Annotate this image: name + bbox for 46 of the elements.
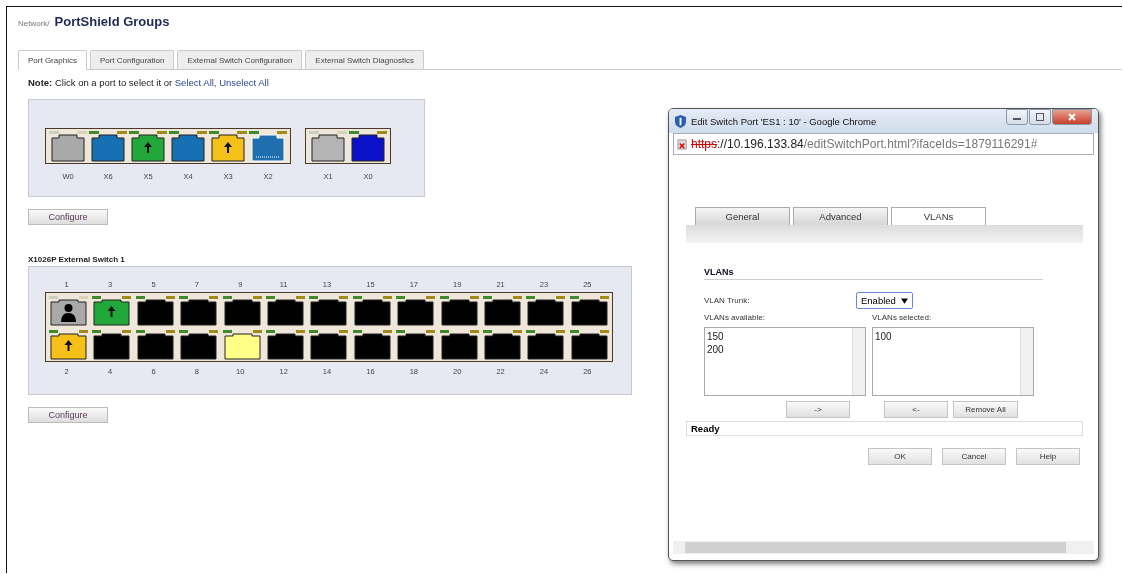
tab[interactable]: External Switch Configuration <box>177 50 303 69</box>
minimize-button[interactable] <box>1006 109 1028 125</box>
close-button[interactable] <box>1052 109 1092 125</box>
vlan-trunk-dropdown[interactable]: Enabled <box>856 292 913 309</box>
address-bar[interactable]: https://10.196.133.84/editSwitchPort.html?ifaceIds=1879116291# <box>673 133 1094 155</box>
unselect-all-link[interactable]: Unselect All <box>219 77 269 88</box>
url-text: https://10.196.133.84/editSwitchPort.html?ifaceIds=1879116291# <box>691 137 1038 151</box>
vlan-list[interactable]: 150 200 <box>704 327 866 396</box>
field-label: VLANs available: <box>704 313 766 322</box>
tab[interactable]: External Switch Diagnostics <box>305 50 425 69</box>
field-label: VLANs selected: <box>872 313 933 322</box>
close-icon <box>1067 112 1077 122</box>
breadcrumb-link[interactable]: Network/ <box>18 19 50 28</box>
section-heading: VLANs <box>704 267 1043 280</box>
add-button[interactable]: -> <box>786 401 850 418</box>
note-text: Note: Click on a port to select it or Select All, Unselect All <box>28 77 270 88</box>
remove-all-button[interactable]: Remove All <box>953 401 1018 418</box>
list-item[interactable]: 100 <box>875 330 1018 343</box>
caret-icon <box>900 297 908 304</box>
broken-lock-icon <box>677 138 688 150</box>
configure-button[interactable]: Configure <box>28 407 108 423</box>
remove-button[interactable]: <- <box>884 401 948 418</box>
list-item[interactable]: 150 <box>707 330 850 343</box>
horizontal-scrollbar[interactable] <box>673 541 1094 554</box>
status-bar: Ready <box>686 421 1083 436</box>
select-all-link[interactable]: Select All <box>174 77 214 88</box>
field-label: VLAN Trunk: <box>704 296 751 305</box>
tab[interactable]: Port Graphics <box>18 50 87 70</box>
vertical-scrollbar[interactable] <box>852 328 865 395</box>
list-item[interactable]: 200 <box>707 343 850 356</box>
tab[interactable]: Port Configuration <box>89 50 175 69</box>
tab[interactable]: General <box>695 207 790 225</box>
window-title: Edit Switch Port 'ES1 : 10' - Google Chrome <box>691 115 877 127</box>
maximize-button[interactable] <box>1029 109 1051 125</box>
vertical-scrollbar[interactable] <box>1020 328 1033 395</box>
maximize-icon <box>1035 112 1045 122</box>
shield-icon <box>675 114 686 128</box>
configure-button[interactable]: Configure <box>28 209 108 225</box>
page-title: PortShield Groups <box>54 14 170 29</box>
vlan-list[interactable]: 100 <box>872 327 1034 396</box>
tab[interactable]: VLANs <box>891 207 986 225</box>
tab[interactable]: Advanced <box>793 207 888 225</box>
dialog-button[interactable]: Cancel <box>942 448 1006 465</box>
dialog-button[interactable]: OK <box>868 448 932 465</box>
dialog-button[interactable]: Help <box>1016 448 1080 465</box>
switch-title: X1026P External Switch 1 <box>28 255 126 264</box>
